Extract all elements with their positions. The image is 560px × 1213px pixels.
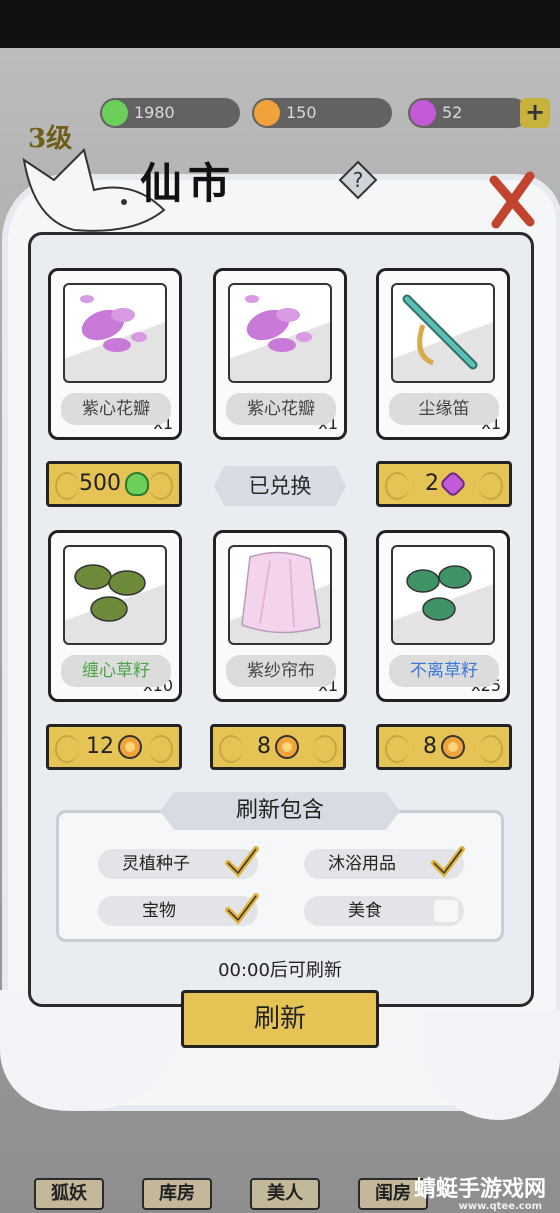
coin-resource: 150 (252, 98, 392, 128)
option-label: 沐浴用品 (328, 854, 396, 874)
price-value: 500 (79, 471, 121, 496)
item-image (228, 545, 332, 645)
leaf-icon (125, 472, 149, 496)
svg-text:?: ? (353, 168, 364, 192)
item-image (391, 283, 495, 383)
item-card[interactable]: x10 缠心草籽 (48, 530, 182, 702)
watermark: 蜻蜓手游戏网 www.qtee.com (414, 1178, 560, 1213)
item-name: 紫心花瓣 (226, 393, 336, 425)
checkmark-icon (225, 846, 259, 878)
seed-icon (406, 565, 472, 621)
refresh-option-food[interactable]: 美食 (304, 896, 464, 926)
item-image (391, 545, 495, 645)
item-card[interactable]: x1 紫心花瓣 (48, 268, 182, 440)
refresh-button[interactable]: 刷新 (181, 990, 379, 1048)
item-name: 缠心草籽 (61, 655, 171, 687)
item-name: 紫纱帘布 (226, 655, 336, 687)
refresh-option-seeds[interactable]: 灵植种子 (98, 846, 259, 879)
price-value: 8 (257, 734, 271, 759)
nav-beauty[interactable]: 美人 (250, 1178, 320, 1210)
petal-icon (80, 295, 147, 352)
coin-icon (254, 100, 280, 126)
nav-fox[interactable]: 狐妖 (34, 1178, 104, 1210)
item-name: 紫心花瓣 (61, 393, 171, 425)
coin-count: 150 (286, 103, 317, 122)
page-title: 仙市 (140, 159, 237, 208)
gem-icon (438, 469, 468, 499)
price-button[interactable]: 2 (376, 461, 512, 507)
price-button[interactable]: 8 (376, 724, 512, 770)
exchanged-badge: 已兑换 (214, 466, 346, 506)
item-name: 尘缘笛 (389, 393, 499, 425)
option-label: 宝物 (142, 901, 176, 921)
status-bar (0, 0, 560, 48)
item-image (63, 545, 167, 645)
refresh-option-treasure[interactable]: 宝物 (98, 893, 259, 926)
coin-icon (275, 735, 299, 759)
item-card[interactable]: x1 紫纱帘布 (213, 530, 347, 702)
price-value: 2 (425, 471, 439, 496)
item-name: 不离草籽 (389, 655, 499, 687)
item-image (228, 283, 332, 383)
coin-icon (441, 735, 465, 759)
refresh-option-bath[interactable]: 沐浴用品 (304, 846, 465, 879)
option-label: 灵植种子 (122, 854, 190, 874)
flute-icon (402, 294, 478, 370)
gem-count: 52 (442, 103, 463, 122)
nav-storage[interactable]: 库房 (142, 1178, 212, 1210)
curtain-icon (241, 551, 321, 634)
price-button[interactable]: 500 (46, 461, 182, 507)
gem-resource: 52 (408, 98, 528, 128)
checkmark-icon (225, 893, 259, 925)
add-gem-button[interactable]: + (520, 98, 550, 128)
price-value: 12 (86, 734, 114, 759)
leaf-icon (102, 100, 128, 126)
price-value: 8 (423, 734, 437, 759)
watermark-text: 蜻蜓手游戏网 (414, 1177, 547, 1202)
petal-icon (245, 295, 312, 352)
price-button[interactable]: 12 (46, 724, 182, 770)
seed-icon (74, 564, 146, 622)
checkmark-icon (431, 846, 465, 878)
option-label: 美食 (348, 901, 382, 921)
watermark-url: www.qtee.com (458, 1201, 542, 1212)
close-icon[interactable] (486, 170, 538, 232)
leaf-resource: 1980 (100, 98, 240, 128)
price-button[interactable]: 8 (210, 724, 346, 770)
item-card[interactable]: x25 不离草籽 (376, 530, 510, 702)
gem-icon (410, 100, 436, 126)
help-button[interactable]: ? (338, 160, 378, 200)
coin-icon (118, 735, 142, 759)
item-image (63, 283, 167, 383)
leaf-count: 1980 (134, 103, 175, 122)
item-card[interactable]: x1 尘缘笛 (376, 268, 510, 440)
checkbox-empty[interactable] (434, 900, 458, 922)
item-card[interactable]: x1 紫心花瓣 (213, 268, 347, 440)
refresh-header: 刷新包含 (160, 792, 400, 830)
refresh-timer: 00:00后可刷新 (218, 960, 342, 981)
